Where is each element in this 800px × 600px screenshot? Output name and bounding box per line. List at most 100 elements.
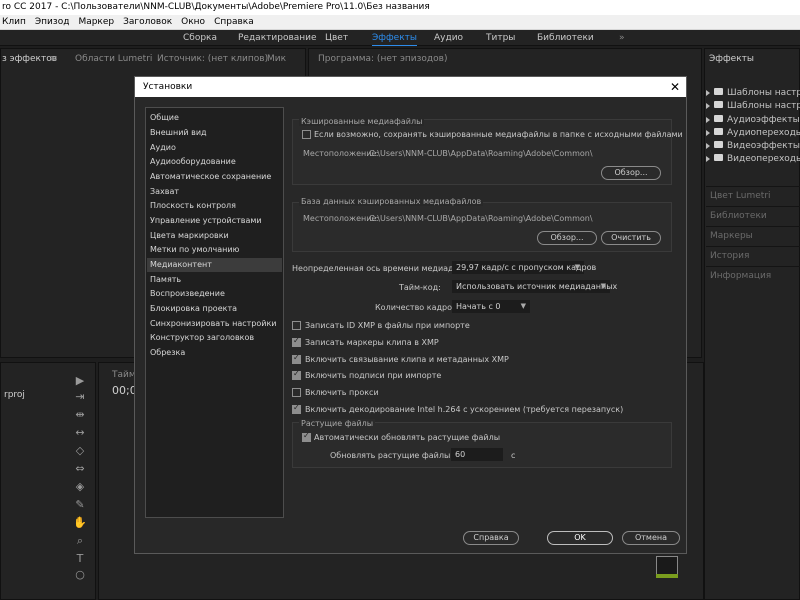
magnifier-icon[interactable]: ○ (73, 568, 87, 582)
chevron-down-icon: ▼ (600, 282, 606, 290)
folder-icon (714, 115, 723, 122)
category-audio-hardware[interactable]: Аудиооборудование (147, 155, 282, 169)
section-info[interactable]: Информация (706, 266, 800, 284)
menu-window[interactable]: Окно (181, 15, 205, 30)
cache-with-source-label: Если возможно, сохранять кэшированные ме… (314, 130, 683, 139)
track-select-tool-icon[interactable]: ⇥ (73, 390, 87, 404)
effects-tree-video-effects[interactable]: Видеоэффекты (706, 140, 800, 152)
category-appearance[interactable]: Внешний вид (147, 126, 282, 140)
folder-icon (714, 141, 723, 148)
enable-proxies-checkbox[interactable] (292, 388, 301, 397)
db-group-title: База данных кэшированных медиафайлов (299, 197, 484, 206)
timecode-dropdown[interactable]: Использовать источник медиаданных ▼ (452, 280, 617, 293)
panel-menu-icon[interactable]: ≡ (50, 50, 58, 68)
razor-tool-icon[interactable]: ◇ (73, 444, 87, 458)
category-auto-save[interactable]: Автоматическое сохранение (147, 170, 282, 184)
refresh-interval-unit: с (511, 451, 516, 460)
section-markers[interactable]: Маркеры (706, 226, 800, 244)
cache-location-value: C:\Users\NNM-CLUB\AppData\Roaming\Adobe\… (369, 149, 593, 158)
cache-with-source-checkbox[interactable] (302, 130, 311, 139)
menu-bar: Клип Эпизод Маркер Заголовок Окно Справка (0, 15, 800, 30)
tab-lumetri-scopes[interactable]: Области Lumetri (75, 50, 152, 68)
workspace-assembly[interactable]: Сборка (183, 30, 217, 46)
hand-tool-icon[interactable]: ✋ (73, 516, 87, 530)
category-audio[interactable]: Аудио (147, 141, 282, 155)
chevron-down-icon: ▼ (574, 263, 580, 271)
category-label-defaults[interactable]: Метки по умолчанию (147, 243, 282, 257)
tab-program[interactable]: Программа: (нет эпизодов) (318, 50, 447, 68)
expand-icon (706, 116, 710, 123)
folder-icon (714, 101, 723, 108)
close-icon[interactable]: ✕ (670, 77, 680, 97)
frame-count-dropdown[interactable]: Начать с 0 ▼ (452, 300, 530, 313)
category-sync-settings[interactable]: Синхронизировать настройки (147, 317, 282, 331)
workspace-effects[interactable]: Эффекты (372, 30, 417, 46)
category-titler[interactable]: Конструктор заголовков (147, 331, 282, 345)
timeline-timecode[interactable]: 00;0 (112, 382, 137, 400)
selection-tool-icon[interactable]: ▶ (73, 374, 87, 388)
tab-mixer[interactable]: Мик (267, 50, 286, 68)
db-location-value: C:\Users\NNM-CLUB\AppData\Roaming\Adobe\… (369, 214, 593, 223)
effects-tree-audio-effects[interactable]: Аудиоэффекты (706, 114, 800, 126)
expand-icon (706, 142, 710, 149)
auto-refresh-growing-checkbox[interactable] (302, 431, 311, 442)
type-tool-icon[interactable]: T (73, 552, 87, 566)
expand-icon (706, 102, 710, 109)
slide-tool-icon[interactable]: ◈ (73, 480, 87, 494)
workspace-color[interactable]: Цвет (325, 30, 348, 46)
section-history[interactable]: История (706, 246, 800, 264)
enable-proxies-label: Включить прокси (305, 388, 379, 397)
category-media[interactable]: Медиаконтент (147, 258, 282, 272)
section-lumetri-color[interactable]: Цвет Lumetri (706, 186, 800, 204)
tab-effect-controls[interactable]: з эффектов (2, 50, 57, 68)
db-clean-button[interactable]: Очистить (601, 231, 661, 245)
intel-h264-checkbox[interactable] (292, 403, 301, 414)
menu-sequence[interactable]: Эпизод (35, 15, 70, 30)
workspace-titles[interactable]: Титры (486, 30, 515, 46)
workspaces-more-icon[interactable]: » (619, 30, 625, 46)
category-playback[interactable]: Воспроизведение (147, 287, 282, 301)
timebase-dropdown[interactable]: 29,97 кадр/с с пропуском кадров ▼ (452, 261, 596, 274)
effects-tree-video-transitions[interactable]: Видеопереходы (706, 153, 800, 165)
refresh-interval-input[interactable]: 60 (451, 448, 503, 461)
effects-tree-presets[interactable]: Шаблоны настроек (706, 87, 800, 99)
captions-import-checkbox[interactable] (292, 369, 301, 380)
xmp-id-checkbox[interactable] (292, 321, 301, 330)
xmp-link-checkbox[interactable] (292, 353, 301, 364)
tab-source[interactable]: Источник: (нет клипов) (157, 50, 268, 68)
workspace-audio[interactable]: Аудио (434, 30, 463, 46)
dialog-title: Установки (135, 77, 686, 97)
project-file-name[interactable]: rproj (4, 386, 25, 404)
category-general[interactable]: Общие (147, 111, 282, 125)
rate-stretch-tool-icon[interactable]: ↔ (73, 426, 87, 440)
expand-icon (706, 155, 710, 162)
cache-browse-button[interactable]: Обзор... (601, 166, 661, 180)
pen-tool-icon[interactable]: ✎ (73, 498, 87, 512)
workspace-editing[interactable]: Редактирование (238, 30, 317, 46)
category-device-control[interactable]: Управление устройствами (147, 214, 282, 228)
menu-clip[interactable]: Клип (2, 15, 26, 30)
preferences-dialog: Установки ✕ Общие Внешний вид Аудио Ауди… (134, 76, 687, 554)
category-control-surface[interactable]: Плоскость контроля (147, 199, 282, 213)
ok-button[interactable]: OK (547, 531, 613, 545)
category-project-locking[interactable]: Блокировка проекта (147, 302, 282, 316)
menu-title[interactable]: Заголовок (123, 15, 172, 30)
tab-effects[interactable]: Эффекты (709, 50, 754, 68)
cancel-button[interactable]: Отмена (622, 531, 680, 545)
workspace-libraries[interactable]: Библиотеки (537, 30, 594, 46)
category-label-colors[interactable]: Цвета маркировки (147, 229, 282, 243)
category-memory[interactable]: Память (147, 273, 282, 287)
effects-tree-audio-transitions[interactable]: Аудиопереходы (706, 127, 800, 139)
category-trim[interactable]: Обрезка (147, 346, 282, 360)
section-libraries[interactable]: Библиотеки (706, 206, 800, 224)
slip-tool-icon[interactable]: ⇔ (73, 462, 87, 476)
ripple-edit-tool-icon[interactable]: ⇹ (73, 408, 87, 422)
effects-tree-presets-2[interactable]: Шаблоны настроек (706, 100, 800, 112)
zoom-tool-icon[interactable]: ⌕ (73, 534, 87, 548)
category-capture[interactable]: Захват (147, 185, 282, 199)
clip-markers-xmp-checkbox[interactable] (292, 336, 301, 347)
menu-marker[interactable]: Маркер (78, 15, 114, 30)
db-browse-button[interactable]: Обзор... (537, 231, 597, 245)
help-button[interactable]: Справка (463, 531, 519, 545)
menu-help[interactable]: Справка (214, 15, 254, 30)
